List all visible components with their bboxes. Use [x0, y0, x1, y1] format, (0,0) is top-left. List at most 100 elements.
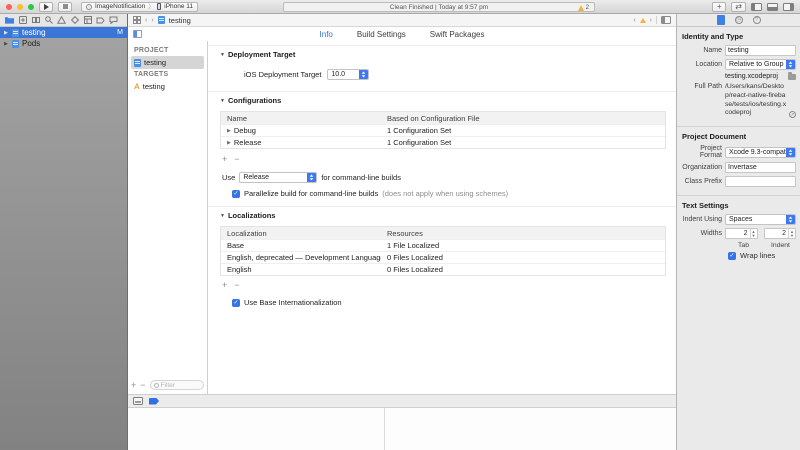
add-configuration-button[interactable]: +: [222, 154, 227, 164]
deployment-target-row: iOS Deployment Target 10.0: [244, 69, 676, 80]
toggle-navigator-button[interactable]: [751, 3, 762, 11]
navigator-item-testing[interactable]: ▶ testing M: [0, 27, 127, 38]
quick-help-inspector-icon[interactable]: ?: [753, 16, 761, 24]
code-review-button[interactable]: ⇄: [731, 2, 746, 12]
library-button[interactable]: +: [712, 2, 726, 12]
parallelize-note: (does not apply when using schemes): [382, 189, 508, 198]
tab-width-stepper[interactable]: 2 ▲▼: [725, 228, 758, 239]
indent-caption: Indent: [765, 242, 796, 249]
disclosure-triangle-icon[interactable]: ▶: [4, 41, 9, 47]
configurations-section-header[interactable]: ▼ Configurations: [220, 96, 676, 105]
close-window-button[interactable]: [6, 4, 12, 10]
add-localization-button[interactable]: +: [222, 280, 227, 290]
table-row[interactable]: ▶Release 1 Configuration Set: [221, 136, 665, 148]
command-line-config-dropdown[interactable]: Release: [239, 172, 317, 183]
disclosure-triangle-icon[interactable]: ▶: [4, 30, 9, 36]
class-prefix-label: Class Prefix: [681, 178, 725, 185]
console-view[interactable]: [385, 408, 676, 450]
hide-debug-area-icon[interactable]: [133, 397, 143, 405]
collapse-triangle-icon[interactable]: ▼: [220, 213, 225, 219]
deployment-target-section-header[interactable]: ▼ Deployment Target: [220, 50, 676, 59]
toggle-debug-area-button[interactable]: [767, 3, 778, 11]
tab-info[interactable]: Info: [320, 30, 333, 39]
toggle-inspectors-button[interactable]: [783, 3, 794, 11]
project-targets-list: PROJECT testing TARGETS A testing + − Fi…: [128, 41, 208, 394]
indent-using-label: Indent Using: [681, 216, 725, 223]
table-row[interactable]: Base 1 File Localized: [221, 239, 665, 251]
project-list-item[interactable]: testing: [131, 56, 204, 69]
add-target-button[interactable]: +: [131, 381, 136, 390]
stop-button[interactable]: [58, 2, 72, 12]
checkbox-checked-icon[interactable]: ✓: [728, 252, 736, 260]
remove-localization-button[interactable]: −: [234, 280, 239, 290]
file-inspector-icon[interactable]: [717, 15, 725, 25]
folder-icon[interactable]: [788, 74, 796, 80]
related-items-icon[interactable]: [133, 16, 141, 24]
project-navigator-icon[interactable]: [5, 16, 14, 25]
checkbox-checked-icon[interactable]: ✓: [232, 299, 240, 307]
toggle-project-list-icon[interactable]: [133, 30, 142, 38]
issue-warning-icon[interactable]: [640, 18, 646, 23]
filter-input[interactable]: Filter: [150, 380, 204, 390]
project-file-icon: [134, 59, 141, 67]
remove-configuration-button[interactable]: −: [234, 154, 239, 164]
name-field[interactable]: testing: [725, 45, 796, 56]
organization-field[interactable]: Invertase: [725, 162, 796, 173]
extension-target-icon: !: [86, 4, 92, 10]
collapse-triangle-icon[interactable]: ▼: [220, 52, 225, 58]
next-issue-icon[interactable]: ›: [650, 17, 652, 24]
history-inspector-icon[interactable]: ◷: [735, 16, 743, 24]
table-row[interactable]: English 0 Files Localized: [221, 263, 665, 275]
remove-target-button[interactable]: −: [140, 381, 145, 390]
collapse-triangle-icon[interactable]: ▼: [220, 98, 225, 104]
disclosure-triangle-icon[interactable]: ▶: [227, 140, 231, 146]
target-list-item[interactable]: A testing: [131, 80, 204, 93]
filter-placeholder: Filter: [161, 382, 175, 389]
localizations-section-header[interactable]: ▼ Localizations: [220, 211, 676, 220]
column-header-name[interactable]: Name: [221, 114, 381, 123]
breakpoint-navigator-icon[interactable]: [96, 16, 105, 25]
navigator-item-pods[interactable]: ▶ Pods: [0, 38, 127, 49]
back-chevron-icon[interactable]: ‹: [145, 17, 147, 24]
symbol-navigator-icon[interactable]: [31, 16, 40, 25]
configurations-add-remove: + −: [222, 154, 676, 164]
tab-build-settings[interactable]: Build Settings: [357, 30, 406, 39]
breakpoints-toggle-icon[interactable]: [149, 398, 159, 405]
deployment-target-dropdown[interactable]: 10.0: [327, 69, 369, 80]
location-dropdown[interactable]: Relative to Group: [725, 59, 796, 70]
open-in-finder-icon[interactable]: ↗: [789, 111, 796, 118]
plus-icon: +: [717, 3, 722, 11]
indent-using-dropdown[interactable]: Spaces: [725, 214, 796, 225]
column-header-localization[interactable]: Localization: [221, 229, 381, 238]
minimize-window-button[interactable]: [17, 4, 23, 10]
run-button[interactable]: [39, 2, 53, 12]
forward-chevron-icon[interactable]: ›: [151, 17, 153, 24]
editor-options-icon[interactable]: [661, 16, 671, 24]
zoom-window-button[interactable]: [28, 4, 34, 10]
issue-navigator-icon[interactable]: [57, 16, 66, 25]
column-header-file[interactable]: Based on Configuration File: [381, 114, 665, 123]
tab-swift-packages[interactable]: Swift Packages: [430, 30, 485, 39]
stepper-arrows-icon[interactable]: ▲▼: [750, 229, 757, 238]
report-navigator-icon[interactable]: [109, 16, 118, 25]
column-header-resources[interactable]: Resources: [381, 229, 665, 238]
project-format-dropdown[interactable]: Xcode 9.3-compatible: [725, 147, 796, 158]
table-row[interactable]: ▶Debug 1 Configuration Set: [221, 124, 665, 136]
stepper-arrows-icon[interactable]: ▲▼: [788, 229, 795, 238]
indent-width-stepper[interactable]: 2 ▲▼: [764, 228, 797, 239]
warning-badge[interactable]: 2: [578, 5, 589, 11]
find-navigator-icon[interactable]: [44, 16, 53, 25]
project-file-icon: [12, 29, 19, 37]
table-row[interactable]: English, deprecated — Development Langua…: [221, 251, 665, 263]
test-navigator-icon[interactable]: [70, 16, 79, 25]
disclosure-triangle-icon[interactable]: ▶: [227, 128, 231, 134]
variables-view[interactable]: [128, 408, 385, 450]
checkbox-checked-icon[interactable]: ✓: [232, 190, 240, 198]
scheme-selector[interactable]: ! ImageNotification 〉 iPhone 11: [81, 2, 198, 12]
debug-navigator-icon[interactable]: [83, 16, 92, 25]
previous-issue-icon[interactable]: ‹: [633, 17, 635, 24]
jumpbar-file-name[interactable]: testing: [169, 16, 191, 25]
deployment-target-label: iOS Deployment Target: [244, 70, 321, 79]
class-prefix-field[interactable]: [725, 176, 796, 187]
source-control-navigator-icon[interactable]: [18, 16, 27, 25]
